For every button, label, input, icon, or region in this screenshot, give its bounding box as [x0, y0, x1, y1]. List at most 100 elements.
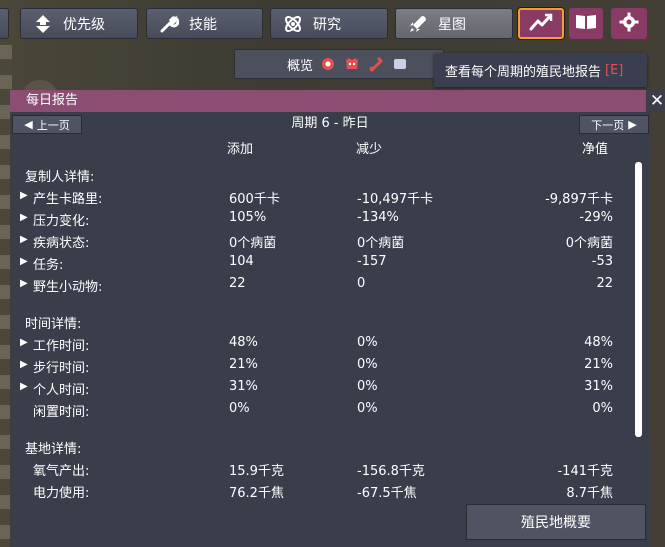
- report-row[interactable]: ▶ 步行时间: 21% 0% 21%: [10, 356, 634, 378]
- skills-button[interactable]: 技能: [146, 8, 263, 39]
- thermometer-icon[interactable]: [367, 55, 385, 73]
- row-net-value: 22: [596, 276, 613, 291]
- report-row[interactable]: ▶ 野生小动物: 22 0 22: [10, 275, 634, 297]
- row-net-value: 0%: [592, 401, 613, 416]
- column-header-subtract: 减少: [356, 142, 383, 157]
- row-add-value: 22: [229, 276, 246, 291]
- row-subtract-value: 0%: [357, 401, 378, 416]
- settings-button[interactable]: [611, 8, 647, 39]
- row-net-value: 21%: [584, 357, 613, 372]
- report-navigation: ◀ 上一页 周期 6 - 昨日 下一页 ▶: [10, 112, 650, 136]
- starmap-label: 星图: [438, 16, 466, 33]
- expand-arrow-icon[interactable]: ▶: [20, 278, 28, 289]
- row-net-value: 31%: [584, 379, 613, 394]
- triangle-right-icon: ▶: [628, 118, 637, 131]
- row-subtract-value: 0%: [357, 357, 378, 372]
- colony-summary-label: 殖民地概要: [521, 515, 591, 531]
- expand-arrow-icon[interactable]: ▶: [20, 234, 28, 245]
- row-net-value: -29%: [579, 210, 613, 225]
- close-icon: ✕: [649, 91, 665, 111]
- column-header-net: 净值: [582, 142, 609, 157]
- row-add-value: 76.2千焦: [229, 486, 284, 499]
- daily-report-tooltip: 查看每个周期的殖民地报告 [E]: [434, 53, 647, 87]
- row-label: 疾病状态:: [33, 236, 90, 251]
- tooltip-hotkey: [E]: [605, 62, 624, 78]
- expand-arrow-icon[interactable]: ▶: [20, 190, 28, 201]
- row-label: 工作时间:: [33, 339, 90, 354]
- row-add-value: 600千卡: [229, 192, 280, 207]
- overview-label: 概览: [287, 58, 314, 74]
- report-row[interactable]: ▶ 个人时间: 31% 0% 31%: [10, 378, 634, 400]
- starmap-button[interactable]: 星图: [395, 8, 513, 39]
- next-page-button[interactable]: 下一页 ▶: [579, 115, 649, 134]
- report-row[interactable]: ▶ 疾病状态: 0个病菌 0个病菌 0个病菌: [10, 231, 634, 253]
- toolbar-button-partial[interactable]: [0, 8, 9, 39]
- expand-arrow-icon[interactable]: ▶: [20, 337, 28, 348]
- row-net-value: -141千克: [557, 464, 613, 479]
- report-row[interactable]: ▶ 压力变化: 105% -134% -29%: [10, 209, 634, 231]
- report-rows: 复制人详情: ▶ 产生卡路里: 600千卡 -10,497千卡 -9,897千卡 ▶ 压力变化…: [10, 156, 634, 499]
- trend-chart-icon: [529, 12, 553, 36]
- report-header: 每日报告: [10, 90, 650, 112]
- tooltip-text: 查看每个周期的殖民地报告: [445, 64, 602, 80]
- row-subtract-value: 0: [357, 276, 366, 291]
- row-label: 野生小动物:: [33, 280, 103, 295]
- row-subtract-value: -157: [357, 254, 387, 269]
- period-title: 周期 6 - 昨日: [291, 116, 369, 131]
- row-subtract-value: -134%: [357, 210, 399, 225]
- report-row[interactable]: ▶ 工作时间: 48% 0% 48%: [10, 334, 634, 356]
- priority-icon: [29, 14, 57, 34]
- priority-button[interactable]: 优先级: [20, 8, 138, 39]
- row-subtract-value: -10,497千卡: [357, 192, 434, 207]
- daily-report-button[interactable]: [518, 8, 564, 39]
- research-label: 研究: [313, 16, 341, 33]
- row-subtract-value: -67.5千焦: [357, 486, 417, 499]
- colony-summary-button[interactable]: 殖民地概要: [466, 504, 646, 540]
- row-label: 产生卡路里:: [33, 192, 103, 207]
- row-add-value: 48%: [229, 335, 258, 350]
- report-row: 氧气产出: 15.9千克 -156.8千克 -141千克: [10, 459, 634, 481]
- row-add-value: 0个病菌: [229, 236, 277, 251]
- row-subtract-value: 0个病菌: [357, 236, 405, 251]
- codex-button[interactable]: [569, 8, 603, 39]
- expand-arrow-icon[interactable]: ▶: [20, 359, 28, 370]
- research-button[interactable]: 研究: [270, 8, 388, 39]
- overview-bar: 概览: [234, 49, 444, 79]
- expand-arrow-icon[interactable]: ▶: [20, 212, 28, 223]
- row-label: 步行时间:: [33, 361, 90, 376]
- section-title: 复制人详情:: [25, 170, 95, 185]
- row-net-value: 48%: [584, 335, 613, 350]
- rocket-icon: [404, 14, 432, 34]
- next-page-label: 下一页: [591, 118, 625, 132]
- stress-icon[interactable]: [343, 55, 361, 73]
- column-header-add: 添加: [227, 142, 254, 157]
- germ-icon[interactable]: [319, 55, 337, 73]
- food-icon[interactable]: [391, 55, 409, 73]
- expand-arrow-icon[interactable]: ▶: [20, 381, 28, 392]
- row-add-value: 0%: [229, 401, 250, 416]
- report-title: 每日报告: [26, 93, 79, 108]
- row-net-value: 8.7千焦: [566, 486, 613, 499]
- priority-label: 优先级: [63, 16, 105, 33]
- section-title: 时间详情:: [25, 317, 82, 332]
- report-content[interactable]: 复制人详情: ▶ 产生卡路里: 600千卡 -10,497千卡 -9,897千卡 ▶ 压力变化…: [10, 156, 650, 499]
- row-add-value: 21%: [229, 357, 258, 372]
- skills-label: 技能: [189, 16, 217, 33]
- row-add-value: 104: [229, 254, 254, 269]
- report-row: 电力使用: 76.2千焦 -67.5千焦 8.7千焦: [10, 481, 634, 499]
- column-headers: 添加 减少 净值: [10, 136, 650, 157]
- daily-report-panel: 每日报告 ✕ ◀ 上一页 周期 6 - 昨日 下一页 ▶ 添加 减少 净值 复制…: [10, 90, 665, 547]
- row-label: 氧气产出:: [33, 464, 90, 479]
- row-label: 任务:: [33, 258, 64, 273]
- report-footer: 殖民地概要: [10, 499, 650, 547]
- close-button[interactable]: ✕: [646, 90, 665, 112]
- report-row[interactable]: ▶ 产生卡路里: 600千卡 -10,497千卡 -9,897千卡: [10, 187, 634, 209]
- wrench-icon: [155, 14, 183, 34]
- expand-arrow-icon[interactable]: ▶: [20, 256, 28, 267]
- section-title: 基地详情:: [25, 442, 82, 457]
- row-add-value: 31%: [229, 379, 258, 394]
- row-subtract-value: -156.8千克: [357, 464, 425, 479]
- report-row[interactable]: ▶ 任务: 104 -157 -53: [10, 253, 634, 275]
- gear-icon: [619, 12, 639, 36]
- scrollbar[interactable]: [635, 162, 642, 437]
